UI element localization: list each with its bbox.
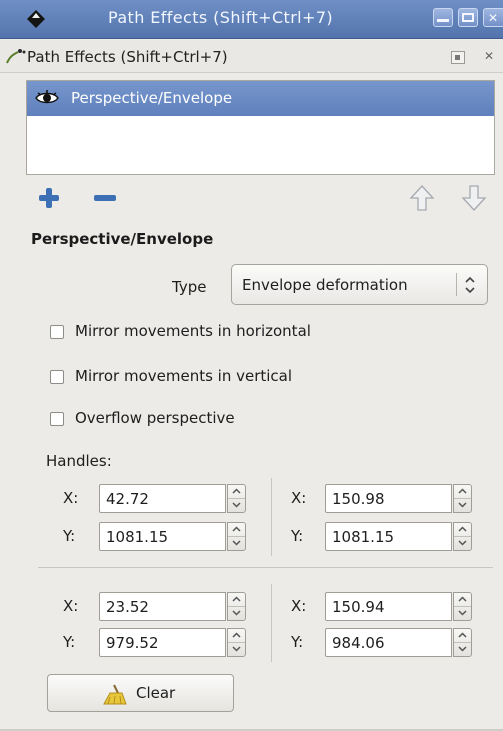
bottom-right-x-spinbox[interactable]: 150.94 [325, 592, 473, 621]
chevron-up-icon[interactable] [454, 629, 471, 643]
spin-entry[interactable]: 1081.15 [325, 522, 452, 551]
dock-close-button[interactable] [483, 49, 497, 64]
path-effects-icon [6, 49, 26, 64]
clear-button[interactable]: Clear [47, 674, 234, 712]
bottom-left-x-spinbox[interactable]: 23.52 [99, 592, 247, 621]
spin-buttons[interactable] [227, 628, 246, 657]
minimize-icon [437, 19, 449, 22]
spin-value: 1081.15 [332, 528, 395, 546]
chevron-down-icon[interactable] [228, 499, 245, 512]
list-item[interactable]: Perspective/Envelope [27, 81, 494, 116]
horizontal-separator [38, 567, 493, 568]
inkscape-diamond-icon [27, 10, 45, 28]
top-left-x-spinbox[interactable]: 42.72 [99, 484, 247, 513]
bottom-right-y-spinbox[interactable]: 984.06 [325, 628, 473, 657]
spin-buttons[interactable] [227, 522, 246, 551]
chevron-down-icon[interactable] [454, 607, 471, 620]
checkbox-box[interactable] [50, 325, 64, 339]
chevron-up-icon[interactable] [228, 593, 245, 607]
checkbox-label: Overflow perspective [75, 409, 235, 427]
checkbox-label: Mirror movements in horizontal [75, 322, 311, 340]
type-label: Type [172, 278, 207, 296]
checkbox-label: Mirror movements in vertical [75, 367, 293, 385]
effect-name: Perspective/Envelope [71, 89, 233, 107]
spin-entry[interactable]: 150.94 [325, 592, 452, 621]
close-button[interactable]: ✕ [483, 8, 503, 27]
chevron-down-icon[interactable] [454, 537, 471, 550]
spin-buttons[interactable] [227, 592, 246, 621]
checkbox-box[interactable] [50, 412, 64, 426]
spin-value: 150.94 [332, 598, 385, 616]
chevron-up-icon[interactable] [228, 629, 245, 643]
chevron-up-icon[interactable] [454, 593, 471, 607]
chevron-up-icon[interactable] [454, 485, 471, 499]
x-label: X: [291, 489, 307, 507]
chevron-up-down-icon [465, 276, 475, 294]
spin-entry[interactable]: 1081.15 [99, 522, 226, 551]
minimize-button[interactable] [433, 8, 453, 27]
chevron-down-icon[interactable] [228, 643, 245, 656]
spin-buttons[interactable] [227, 484, 246, 513]
arrow-down-icon[interactable] [461, 184, 487, 212]
spin-entry[interactable]: 979.52 [99, 628, 226, 657]
spin-entry[interactable]: 150.98 [325, 484, 452, 513]
chevron-up-icon[interactable] [454, 523, 471, 537]
chevron-down-icon[interactable] [454, 643, 471, 656]
arrow-up-icon[interactable] [409, 184, 435, 212]
effect-section-title: Perspective/Envelope [31, 230, 214, 248]
path-effects-window: Path Effects (Shift+Ctrl+7) ✕ Path Effec… [0, 0, 503, 731]
chevron-up-icon[interactable] [228, 523, 245, 537]
type-select-value: Envelope deformation [242, 276, 408, 294]
chevron-down-icon[interactable] [228, 537, 245, 550]
checkbox-box[interactable] [50, 370, 64, 384]
x-label: X: [291, 597, 307, 615]
type-select[interactable]: Envelope deformation [231, 264, 488, 305]
bottom-left-y-spinbox[interactable]: 979.52 [99, 628, 247, 657]
spin-buttons[interactable] [453, 628, 472, 657]
top-right-y-spinbox[interactable]: 1081.15 [325, 522, 473, 551]
effects-list[interactable]: Perspective/Envelope [26, 80, 495, 175]
y-label: Y: [291, 633, 304, 651]
maximize-icon [462, 13, 474, 22]
select-divider [456, 273, 457, 296]
spin-buttons[interactable] [453, 484, 472, 513]
x-label: X: [63, 597, 79, 615]
chevron-down-icon[interactable] [228, 607, 245, 620]
handles-label: Handles: [46, 452, 112, 470]
window-title: Path Effects (Shift+Ctrl+7) [108, 8, 334, 27]
spin-entry[interactable]: 42.72 [99, 484, 226, 513]
spin-entry[interactable]: 984.06 [325, 628, 452, 657]
spin-value: 42.72 [106, 490, 149, 508]
spin-buttons[interactable] [453, 522, 472, 551]
dock-float-button[interactable] [451, 51, 465, 64]
dock-header[interactable]: Path Effects (Shift+Ctrl+7) [0, 40, 503, 73]
top-right-x-spinbox[interactable]: 150.98 [325, 484, 473, 513]
spin-value: 150.98 [332, 490, 385, 508]
y-label: Y: [63, 527, 76, 545]
spin-value: 979.52 [106, 634, 159, 652]
spin-value: 984.06 [332, 634, 385, 652]
spin-entry[interactable]: 23.52 [99, 592, 226, 621]
x-label: X: [63, 489, 79, 507]
spin-buttons[interactable] [453, 592, 472, 621]
y-label: Y: [63, 633, 76, 651]
top-left-y-spinbox[interactable]: 1081.15 [99, 522, 247, 551]
eye-icon[interactable] [35, 89, 59, 107]
clear-button-label: Clear [136, 684, 176, 702]
dock-title: Path Effects (Shift+Ctrl+7) [27, 48, 228, 66]
vertical-separator [271, 584, 272, 662]
maximize-button[interactable] [458, 8, 478, 27]
plus-icon[interactable] [38, 187, 60, 209]
spin-value: 1081.15 [106, 528, 169, 546]
y-label: Y: [291, 527, 304, 545]
broom-icon [103, 684, 127, 705]
effects-toolbar [0, 180, 503, 220]
window-titlebar[interactable]: Path Effects (Shift+Ctrl+7) ✕ [0, 0, 503, 39]
chevron-up-icon[interactable] [228, 485, 245, 499]
vertical-separator [271, 478, 272, 556]
minus-icon[interactable] [93, 194, 117, 202]
spin-value: 23.52 [106, 598, 149, 616]
close-icon: ✕ [488, 11, 499, 25]
chevron-down-icon[interactable] [454, 499, 471, 512]
